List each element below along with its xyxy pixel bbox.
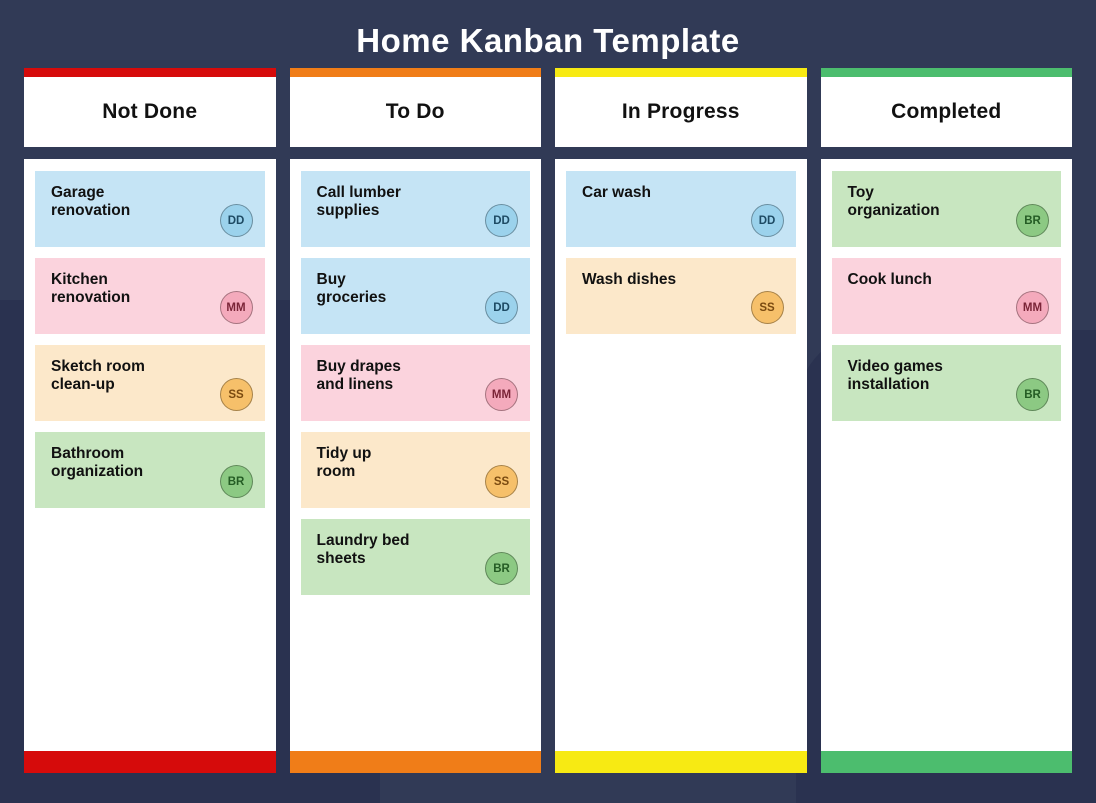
column-accent-bar-top [820, 68, 1072, 77]
column-accent-bar-bottom [555, 751, 807, 773]
card-list: Call lumber supplies DD Buy groceries DD Buy… [290, 159, 542, 751]
assignee-avatar[interactable]: MM [219, 291, 253, 324]
task-card-title: Call lumber supplies [316, 184, 401, 220]
assignee-avatar[interactable]: BR [219, 465, 253, 498]
task-card-title: Kitchen renovation [51, 271, 131, 307]
task-card[interactable]: Laundry bed sheets BR [300, 519, 530, 595]
column-accent-bar-top [555, 68, 807, 77]
task-card-title: Sketch room clean-up [51, 358, 145, 394]
assignee-avatar[interactable]: SS [485, 465, 518, 498]
assignee-avatar[interactable]: DD [485, 291, 518, 324]
task-card[interactable]: Garage renovation DD [35, 171, 265, 247]
task-card-title: Laundry bed sheets [316, 532, 410, 568]
column-accent-bar-top [24, 68, 276, 77]
assignee-avatar[interactable]: SS [750, 291, 784, 324]
task-card[interactable]: Call lumber supplies DD [300, 171, 530, 247]
column-accent-bar-top [289, 68, 541, 77]
column-body-in-progress: Car wash DD Wash dishes SS [555, 159, 807, 773]
task-card[interactable]: Tidy up room SS [300, 432, 530, 508]
task-card-title: Cook lunch [847, 271, 932, 288]
task-card[interactable]: Sketch room clean-up SS [35, 345, 265, 421]
task-card[interactable]: Wash dishes SS [566, 258, 796, 334]
task-card[interactable]: Video games installation BR [831, 345, 1061, 421]
kanban-column-completed: Completed Toy organization BR Cook lunch MM V… [820, 68, 1073, 773]
task-card[interactable]: Bathroom organization BR [35, 432, 265, 508]
column-accent-bar-bottom [24, 751, 276, 773]
task-card[interactable]: Kitchen renovation MM [35, 258, 265, 334]
task-card-title: Car wash [582, 184, 651, 201]
kanban-board: Not Done Garage renovation DD Kitchen renov… [0, 68, 1096, 773]
task-card[interactable]: Buy drapes and linens MM [300, 345, 530, 421]
column-header-not-done[interactable]: Not Done [24, 68, 276, 147]
assignee-avatar[interactable]: MM [485, 378, 518, 411]
assignee-avatar[interactable]: MM [1016, 291, 1049, 324]
column-body-to-do: Call lumber supplies DD Buy groceries DD Buy… [289, 159, 542, 773]
assignee-avatar[interactable]: BR [1016, 378, 1049, 411]
task-card-title: Tidy up room [316, 445, 372, 481]
task-card-title: Wash dishes [582, 271, 677, 288]
task-card[interactable]: Cook lunch MM [831, 258, 1061, 334]
card-list: Car wash DD Wash dishes SS [555, 159, 807, 751]
column-header-completed[interactable]: Completed [820, 68, 1072, 147]
assignee-avatar[interactable]: BR [485, 552, 518, 585]
task-card-title: Toy organization [847, 184, 940, 220]
kanban-column-to-do: To Do Call lumber supplies DD Buy groceries… [289, 68, 542, 773]
column-body-not-done: Garage renovation DD Kitchen renovation MM S… [24, 159, 276, 773]
column-header-to-do[interactable]: To Do [289, 68, 541, 147]
assignee-avatar[interactable]: SS [219, 378, 253, 411]
assignee-avatar[interactable]: BR [1016, 204, 1049, 237]
column-body-completed: Toy organization BR Cook lunch MM Video game… [820, 159, 1073, 773]
kanban-column-not-done: Not Done Garage renovation DD Kitchen renov… [24, 68, 276, 773]
column-title: Not Done [102, 100, 198, 123]
column-accent-bar-bottom [289, 751, 541, 773]
task-card[interactable]: Buy groceries DD [300, 258, 530, 334]
column-accent-bar-bottom [820, 751, 1072, 773]
assignee-avatar[interactable]: DD [219, 204, 253, 237]
task-card-title: Buy drapes and linens [316, 358, 401, 394]
card-list: Toy organization BR Cook lunch MM Video game… [821, 159, 1073, 751]
task-card-title: Video games installation [847, 358, 943, 394]
page-title: Home Kanban Template [356, 22, 740, 59]
column-title: Completed [891, 100, 1002, 123]
task-card-title: Garage renovation [51, 184, 131, 220]
column-header-in-progress[interactable]: In Progress [555, 68, 807, 147]
task-card[interactable]: Toy organization BR [831, 171, 1061, 247]
task-card-title: Buy groceries [316, 271, 387, 307]
task-card[interactable]: Car wash DD [566, 171, 796, 247]
column-title: In Progress [621, 100, 740, 123]
kanban-column-in-progress: In Progress Car wash DD Wash dishes SS [555, 68, 807, 773]
assignee-avatar[interactable]: DD [485, 204, 518, 237]
task-card-title: Bathroom organization [51, 445, 144, 481]
column-title: To Do [385, 100, 445, 123]
card-list: Garage renovation DD Kitchen renovation MM S… [24, 159, 276, 751]
assignee-avatar[interactable]: DD [750, 204, 784, 237]
